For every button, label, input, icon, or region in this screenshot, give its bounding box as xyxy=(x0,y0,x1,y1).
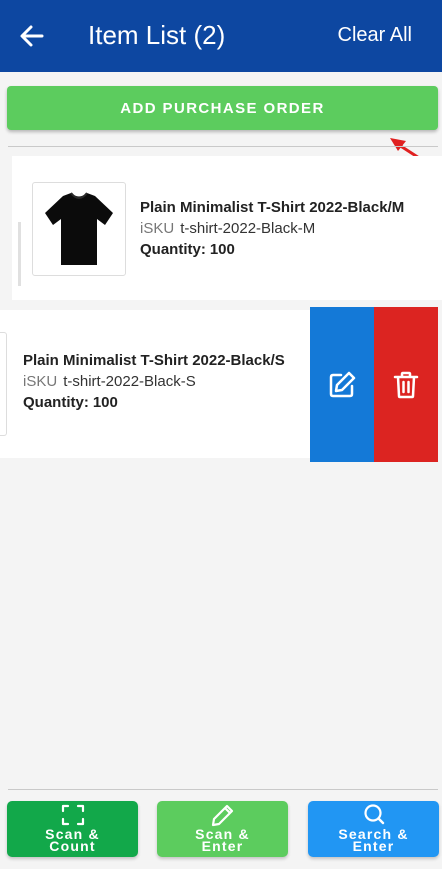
quantity-label: Quantity: xyxy=(23,394,89,411)
item-quantity-row: Quantity: 100 xyxy=(140,241,235,258)
quantity-value: 100 xyxy=(92,394,118,411)
button-label: Scan & Count xyxy=(45,826,100,854)
app-header: Item List (2) Clear All xyxy=(0,0,442,72)
sku-label: iSKU xyxy=(23,373,58,390)
tshirt-image xyxy=(45,192,113,265)
product-thumbnail xyxy=(32,182,126,276)
edit-item-button[interactable] xyxy=(310,307,374,462)
delete-item-button[interactable] xyxy=(374,307,438,462)
page-title: Item List (2) xyxy=(88,20,226,50)
scan-enter-button[interactable]: Scan & Enter xyxy=(157,801,288,857)
search-icon xyxy=(363,804,384,825)
trash-icon xyxy=(393,371,419,398)
product-thumbnail xyxy=(0,332,7,436)
divider xyxy=(8,146,438,147)
sku-value: t-shirt-2022-Black-S xyxy=(63,373,196,390)
search-enter-button[interactable]: Search & Enter xyxy=(308,801,439,857)
card-edge xyxy=(18,222,21,286)
item-quantity-row: Quantity: 100 xyxy=(23,394,118,411)
pencil-icon xyxy=(211,804,233,827)
divider xyxy=(8,789,438,790)
item-sku-row: iSKU t-shirt-2022-Black-M xyxy=(140,220,315,237)
item-name: Plain Minimalist T-Shirt 2022-Black/M xyxy=(140,199,405,216)
item-name: Plain Minimalist T-Shirt 2022-Black/S xyxy=(23,352,285,369)
button-label: Scan & Enter xyxy=(195,826,250,854)
clear-all-button[interactable]: Clear All xyxy=(338,24,412,47)
item-sku-row: iSKU t-shirt-2022-Black-S xyxy=(23,373,196,390)
scan-frame-icon xyxy=(61,804,84,826)
add-purchase-order-button[interactable]: ADD PURCHASE ORDER xyxy=(7,86,438,130)
button-label: Search & Enter xyxy=(338,826,409,854)
quantity-label: Quantity: xyxy=(140,241,206,258)
edit-icon xyxy=(329,371,356,397)
sku-label: iSKU xyxy=(140,220,175,237)
quantity-value: 100 xyxy=(209,241,235,258)
arrow-left-icon[interactable] xyxy=(18,22,46,50)
sku-value: t-shirt-2022-Black-M xyxy=(180,220,316,237)
scan-count-button[interactable]: Scan & Count xyxy=(7,801,138,857)
